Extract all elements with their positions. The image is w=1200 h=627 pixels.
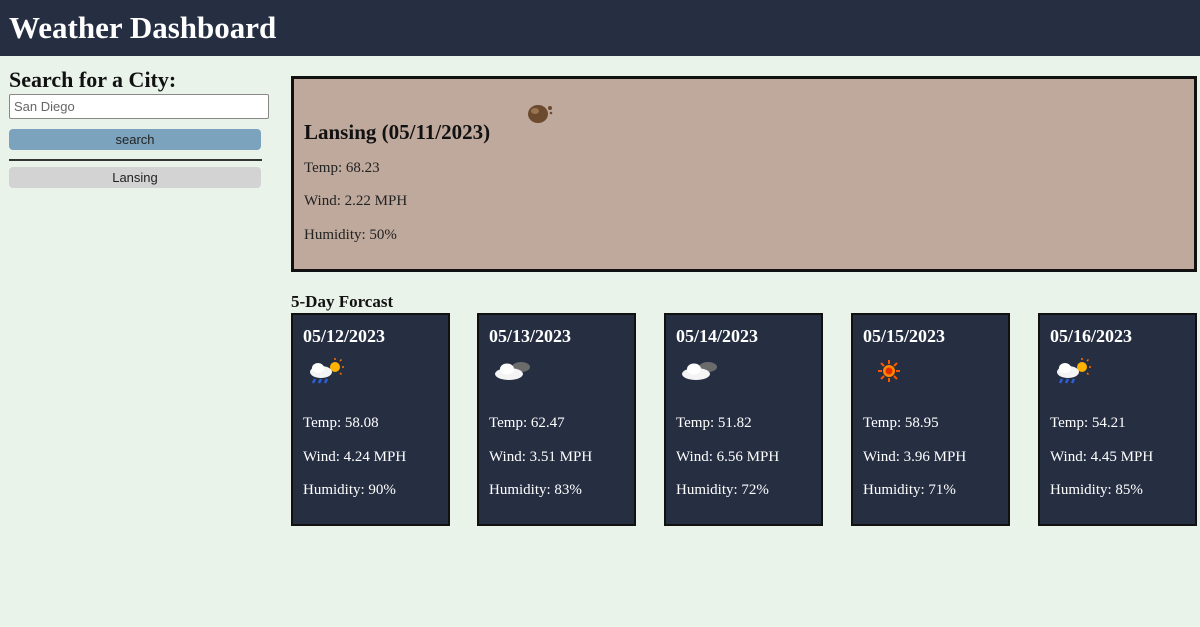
forecast-humidity: Humidity: 71% bbox=[863, 482, 956, 498]
forecast-card: 05/15/2023 Temp: 58.95 Wind: 3.96 MPH Hu… bbox=[851, 313, 1010, 526]
forecast-date: 05/14/2023 bbox=[676, 326, 759, 346]
forecast-card: 05/16/2023 Temp: 54.21 Wind: 4.45 MPH Hu… bbox=[1038, 313, 1197, 526]
forecast-temp: Temp: 54.21 bbox=[1050, 415, 1126, 431]
current-humidity: Humidity: 50% bbox=[304, 227, 397, 243]
forecast-wind: Wind: 6.56 MPH bbox=[676, 449, 780, 465]
forecast-humidity: Humidity: 83% bbox=[489, 482, 582, 498]
hazy-icon bbox=[528, 105, 553, 123]
history-button-lansing[interactable]: Lansing bbox=[9, 167, 261, 188]
cloudy-icon bbox=[682, 362, 717, 380]
current-temp: Temp: 68.23 bbox=[304, 160, 380, 176]
forecast-title: 5-Day Forcast bbox=[291, 292, 394, 311]
forecast-temp: Temp: 58.08 bbox=[303, 415, 379, 431]
current-weather-panel: Lansing (05/11/2023) Temp: 68.23 Wind: 2… bbox=[291, 76, 1197, 272]
forecast-date: 05/13/2023 bbox=[489, 326, 572, 346]
current-wind: Wind: 2.22 MPH bbox=[304, 193, 408, 209]
page-title: Weather Dashboard bbox=[9, 10, 277, 45]
forecast-temp: Temp: 51.82 bbox=[676, 415, 752, 431]
forecast-wind: Wind: 4.24 MPH bbox=[303, 449, 407, 465]
forecast-temp: Temp: 58.95 bbox=[863, 415, 939, 431]
forecast-temp: Temp: 62.47 bbox=[489, 415, 565, 431]
search-heading: Search for a City: bbox=[9, 67, 177, 92]
city-search-input[interactable] bbox=[9, 94, 269, 119]
divider bbox=[9, 159, 262, 161]
rain-sun-icon bbox=[310, 358, 344, 384]
forecast-wind: Wind: 3.51 MPH bbox=[489, 449, 593, 465]
forecast-card: 05/13/2023 Temp: 62.47 Wind: 3.51 MPH Hu… bbox=[477, 313, 636, 526]
forecast-wind: Wind: 3.96 MPH bbox=[863, 449, 967, 465]
cloudy-icon bbox=[495, 362, 530, 380]
current-city-date: Lansing (05/11/2023) bbox=[304, 120, 491, 144]
forecast-card: 05/14/2023 Temp: 51.82 Wind: 6.56 MPH Hu… bbox=[664, 313, 823, 526]
forecast-humidity: Humidity: 72% bbox=[676, 482, 769, 498]
sun-icon bbox=[878, 360, 900, 382]
rain-sun-icon bbox=[1057, 358, 1091, 384]
forecast-humidity: Humidity: 85% bbox=[1050, 482, 1143, 498]
forecast-date: 05/16/2023 bbox=[1050, 326, 1133, 346]
app-header: Weather Dashboard bbox=[0, 0, 1200, 56]
forecast-wind: Wind: 4.45 MPH bbox=[1050, 449, 1154, 465]
sidebar: Search for a City: search Lansing bbox=[9, 66, 270, 188]
forecast-card: 05/12/2023 Temp: 58.08 Wind: 4.24 MPH Hu… bbox=[291, 313, 450, 526]
forecast-humidity: Humidity: 90% bbox=[303, 482, 396, 498]
forecast-date: 05/12/2023 bbox=[303, 326, 386, 346]
search-button[interactable]: search bbox=[9, 129, 261, 150]
forecast-date: 05/15/2023 bbox=[863, 326, 946, 346]
